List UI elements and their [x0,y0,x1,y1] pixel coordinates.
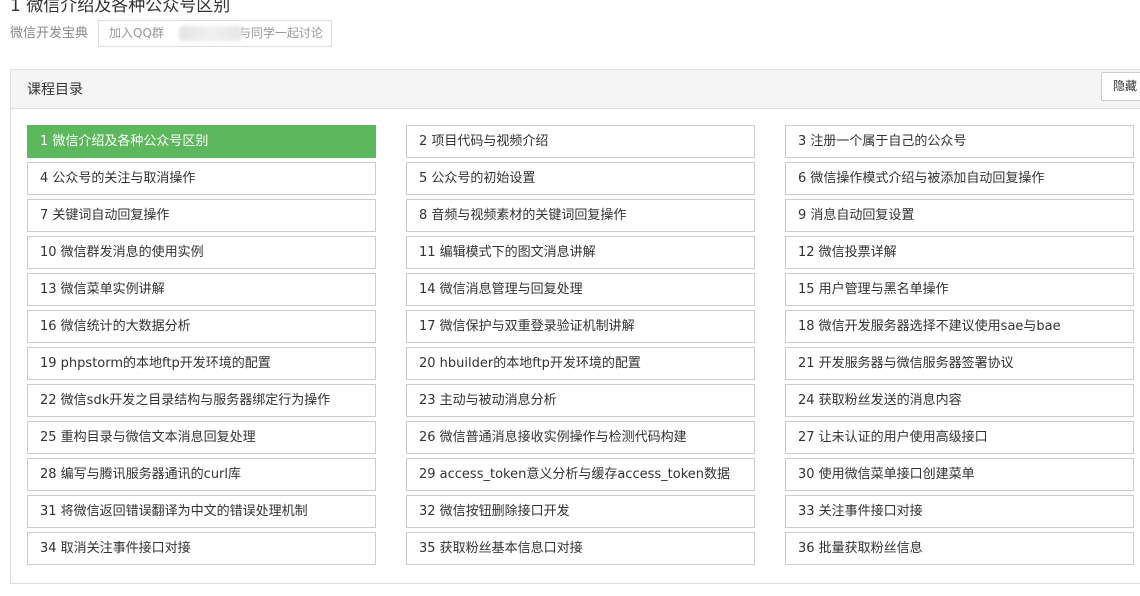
chapter-item[interactable]: 15 用户管理与黑名单操作 [785,273,1134,306]
chapter-item[interactable]: 35 获取粉丝基本信息口对接 [406,532,755,565]
chapter-item[interactable]: 28 编写与腾讯服务器通讯的curl库 [27,458,376,491]
catalog-header: 课程目录 隐藏 [11,70,1140,109]
chapter-item[interactable]: 25 重构目录与微信文本消息回复处理 [27,421,376,454]
chapter-item[interactable]: 24 获取粉丝发送的消息内容 [785,384,1134,417]
catalog-title: 课程目录 [27,82,83,98]
chapter-item[interactable]: 7 关键词自动回复操作 [27,199,376,232]
chapter-item[interactable]: 10 微信群发消息的使用实例 [27,236,376,269]
chapter-item[interactable]: 36 批量获取粉丝信息 [785,532,1134,565]
catalog-panel: 课程目录 隐藏 1 微信介绍及各种公众号区别 2 项目代码与视频介绍 3 注册一个属… [10,69,1140,584]
chapter-item[interactable]: 5 公众号的初始设置 [406,162,755,195]
chapter-item[interactable]: 11 编辑模式下的图文消息讲解 [406,236,755,269]
chapter-item[interactable]: 2 项目代码与视频介绍 [406,125,755,158]
chapter-item[interactable]: 31 将微信返回错误翻译为中文的错误处理机制 [27,495,376,528]
chapter-item[interactable]: 17 微信保护与双重登录验证机制讲解 [406,310,755,343]
hide-button[interactable]: 隐藏 [1101,72,1140,101]
redacted-blur [179,26,242,41]
chapter-item[interactable]: 12 微信投票详解 [785,236,1134,269]
chapter-item[interactable]: 33 关注事件接口对接 [785,495,1134,528]
chapter-item[interactable]: 4 公众号的关注与取消操作 [27,162,376,195]
chapter-item[interactable]: 27 让未认证的用户使用高级接口 [785,421,1134,454]
chapter-item[interactable]: 32 微信按钮删除接口开发 [406,495,755,528]
chapter-item[interactable]: 1 微信介绍及各种公众号区别 [27,125,376,158]
chapter-item[interactable]: 20 hbuilder的本地ftp开发环境的配置 [406,347,755,380]
course-name: 微信开发宝典 [10,26,89,41]
chapter-item[interactable]: 18 微信开发服务器选择不建议使用sae与bae [785,310,1134,343]
chapter-item[interactable]: 16 微信统计的大数据分析 [27,310,376,343]
chapter-item[interactable]: 23 主动与被动消息分析 [406,384,755,417]
chapter-item[interactable]: 34 取消关注事件接口对接 [27,532,376,565]
qq-suffix: 与同学一起讨论 [238,26,323,40]
chapter-item[interactable]: 3 注册一个属于自己的公众号 [785,125,1134,158]
qq-group-box[interactable]: 加入QQ群 与同学一起讨论 [98,20,332,47]
chapter-item[interactable]: 21 开发服务器与微信服务器签署协议 [785,347,1134,380]
chapter-item[interactable]: 9 消息自动回复设置 [785,199,1134,232]
chapter-item[interactable]: 8 音频与视频素材的关键词回复操作 [406,199,755,232]
chapter-item[interactable]: 14 微信消息管理与回复处理 [406,273,755,306]
chapter-item[interactable]: 29 access_token意义分析与缓存access_token数据 [406,458,755,491]
chapter-item[interactable]: 26 微信普通消息接收实例操作与检测代码构建 [406,421,755,454]
chapter-grid: 1 微信介绍及各种公众号区别 2 项目代码与视频介绍 3 注册一个属于自己的公众号 4… [27,125,1135,565]
page-title: 1 微信介绍及各种公众号区别 [10,0,231,16]
chapter-item[interactable]: 6 微信操作模式介绍与被添加自动回复操作 [785,162,1134,195]
chapter-item[interactable]: 30 使用微信菜单接口创建菜单 [785,458,1134,491]
chapter-item[interactable]: 22 微信sdk开发之目录结构与服务器绑定行为操作 [27,384,376,417]
qq-prefix: 加入QQ群 [109,26,164,40]
chapter-item[interactable]: 19 phpstorm的本地ftp开发环境的配置 [27,347,376,380]
chapter-item[interactable]: 13 微信菜单实例讲解 [27,273,376,306]
